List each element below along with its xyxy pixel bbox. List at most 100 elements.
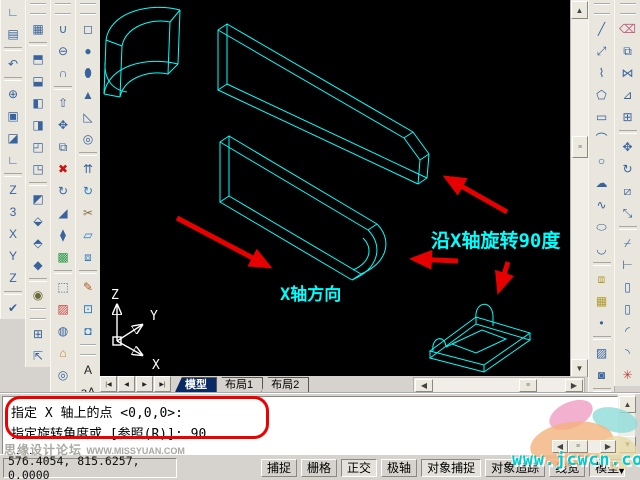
break-button[interactable]: ▯ xyxy=(616,298,640,320)
construction-line-button[interactable]: ⤢ xyxy=(590,40,614,62)
camera-button[interactable]: ◉ xyxy=(26,284,50,306)
arc-button[interactable]: ⌒ xyxy=(590,128,614,150)
trim-button[interactable]: ⌿ xyxy=(616,232,640,254)
ucs-object-button[interactable]: ▣ xyxy=(1,105,25,127)
ucs-previous-button[interactable]: ↶ xyxy=(1,53,25,75)
fillet-button[interactable]: ◝ xyxy=(616,342,640,364)
solid-box-button[interactable]: ◻ xyxy=(76,18,100,40)
intersect-button[interactable]: ∩ xyxy=(51,62,75,84)
taper-faces-button[interactable]: ◢ xyxy=(51,202,75,224)
subtract-button[interactable]: ⊖ xyxy=(51,40,75,62)
solid-wedge-button[interactable]: ◺ xyxy=(76,106,100,128)
named-views-button[interactable]: ▦ xyxy=(26,18,50,40)
solid-cylinder-button[interactable]: ⬮ xyxy=(76,62,100,84)
union-button[interactable]: ∪ xyxy=(51,18,75,40)
tab-nav-first[interactable]: |◀ xyxy=(100,376,117,392)
ucs-z-axis-vector-button[interactable]: Z xyxy=(1,179,25,201)
status-toggle-ortho[interactable]: 正交 xyxy=(341,459,378,477)
color-edges-button[interactable]: ▨ xyxy=(51,298,75,320)
ucs-rotate-z-button[interactable]: Z xyxy=(1,267,25,289)
tab-nav-prev[interactable]: ◀ xyxy=(118,376,135,392)
explode-button[interactable]: ✳ xyxy=(616,364,640,386)
erase-button[interactable]: ⌫ xyxy=(616,18,640,40)
ucs-dialog-button[interactable]: ⊞ xyxy=(26,323,50,345)
view-front-button[interactable]: ◰ xyxy=(26,136,50,158)
view-ne-isometric-button[interactable]: ⬘ xyxy=(26,232,50,254)
toolbar-grip[interactable] xyxy=(80,3,96,15)
ucs-origin-button[interactable]: ∟ xyxy=(1,149,25,171)
tab-nav-last[interactable]: ▶| xyxy=(154,376,171,392)
canvas-vertical-scrollbar[interactable] xyxy=(570,0,588,376)
view-sw-isometric-button[interactable]: ◩ xyxy=(26,188,50,210)
rectangle-button[interactable]: ▭ xyxy=(590,106,614,128)
status-toggle-osnap[interactable]: 对象捕捉 xyxy=(421,459,482,477)
hatch-button[interactable]: ▨ xyxy=(590,342,614,364)
toolbar-grip[interactable] xyxy=(80,344,96,356)
view-bottom-button[interactable]: ⬓ xyxy=(26,70,50,92)
tab-model[interactable]: 模型 xyxy=(175,377,217,392)
ucs-3-point-button[interactable]: 3 xyxy=(1,201,25,223)
vertical-scroll-thumb[interactable]: ≡ xyxy=(572,136,588,158)
offset-faces-button[interactable]: ⧉ xyxy=(51,136,75,158)
extrude-faces-button[interactable]: ⇧ xyxy=(51,92,75,114)
ellipse-button[interactable]: ⬭ xyxy=(590,216,614,238)
horizontal-scroll-thumb[interactable]: ≡ xyxy=(519,379,537,392)
imprint-button[interactable]: ◍ xyxy=(51,320,75,342)
scroll-down-button[interactable]: ▼ xyxy=(571,359,588,377)
toolbar-grip[interactable] xyxy=(593,3,610,15)
polygon-button[interactable]: ⬠ xyxy=(590,84,614,106)
toolbar-grip[interactable] xyxy=(30,308,46,320)
toolbar-grip[interactable] xyxy=(55,3,71,15)
scale-button[interactable]: ⧄ xyxy=(616,180,640,202)
curved-shell-wireframe[interactable] xyxy=(103,6,181,98)
break-at-point-button[interactable]: ▯ xyxy=(616,276,640,298)
spline-button[interactable]: ∿ xyxy=(590,194,614,216)
circle-button[interactable]: ○ xyxy=(590,150,614,172)
copy-object-button[interactable]: ⧉ xyxy=(616,40,640,62)
ucs-world-button[interactable]: ⊕ xyxy=(1,83,25,105)
tab-nav-next[interactable]: ▶ xyxy=(136,376,153,392)
rotate-button[interactable]: ↻ xyxy=(616,158,640,180)
view-left-button[interactable]: ◧ xyxy=(26,92,50,114)
stretch-button[interactable]: ⤡ xyxy=(616,202,640,224)
solids-check-button[interactable]: ⊡ xyxy=(76,298,100,320)
render-button[interactable]: ◘ xyxy=(76,320,100,342)
ucs-face-button[interactable]: ◪ xyxy=(1,127,25,149)
text-style-button[interactable]: A xyxy=(76,359,100,381)
solid-cone-button[interactable]: ▲ xyxy=(76,84,100,106)
view-se-isometric-button[interactable]: ⬙ xyxy=(26,210,50,232)
section-button[interactable]: ▱ xyxy=(76,224,100,246)
scroll-right-button[interactable]: ▶ xyxy=(565,379,583,392)
separate-solids-button[interactable]: ◎ xyxy=(51,364,75,386)
solid-torus-button[interactable]: ◎ xyxy=(76,128,100,150)
view-nw-isometric-button[interactable]: ◆ xyxy=(26,254,50,276)
mirror-button[interactable]: ⋈ xyxy=(616,62,640,84)
move-faces-button[interactable]: ✥ xyxy=(51,114,75,136)
rotated-part-wireframe[interactable] xyxy=(428,303,532,373)
solids-edit-button[interactable]: ✎ xyxy=(76,276,100,298)
interfere-button[interactable]: ⧈ xyxy=(76,246,100,268)
view-right-button[interactable]: ◨ xyxy=(26,114,50,136)
ucs-move-origin-button[interactable]: ⇱ xyxy=(26,345,50,367)
make-block-button[interactable]: ▦ xyxy=(590,290,614,312)
extrude-button[interactable]: ⇈ xyxy=(76,158,100,180)
copy-edges-button[interactable]: ⬚ xyxy=(51,276,75,298)
tab-layout2[interactable]: 布局2 xyxy=(261,377,310,392)
ucs-apply-button[interactable]: ✔ xyxy=(1,297,25,319)
status-toggle-grid[interactable]: 栅格 xyxy=(301,459,338,477)
color-faces-button[interactable]: ▩ xyxy=(51,246,75,268)
copy-faces-button[interactable]: ⧫ xyxy=(51,224,75,246)
point-button[interactable]: • xyxy=(590,312,614,334)
ucs-rotate-y-button[interactable]: Y xyxy=(1,245,25,267)
slice-button[interactable]: ✂ xyxy=(76,202,100,224)
status-toggle-polar[interactable]: 极轴 xyxy=(381,459,418,477)
canvas-horizontal-scrollbar[interactable]: ◀ ≡ ▶ xyxy=(413,377,585,393)
revision-cloud-button[interactable]: ☁ xyxy=(590,172,614,194)
array-button[interactable]: ⊞ xyxy=(616,106,640,128)
scroll-left-button[interactable]: ◀ xyxy=(415,379,433,392)
tab-layout1[interactable]: 布局1 xyxy=(215,377,264,392)
chamfer-button[interactable]: ◜ xyxy=(616,320,640,342)
drawing-canvas[interactable]: X轴方向 沿X轴旋转90度 Z Y X xyxy=(100,0,570,376)
insert-block-button[interactable]: ⧈ xyxy=(590,268,614,290)
clean-button[interactable]: ⌂ xyxy=(51,342,75,364)
